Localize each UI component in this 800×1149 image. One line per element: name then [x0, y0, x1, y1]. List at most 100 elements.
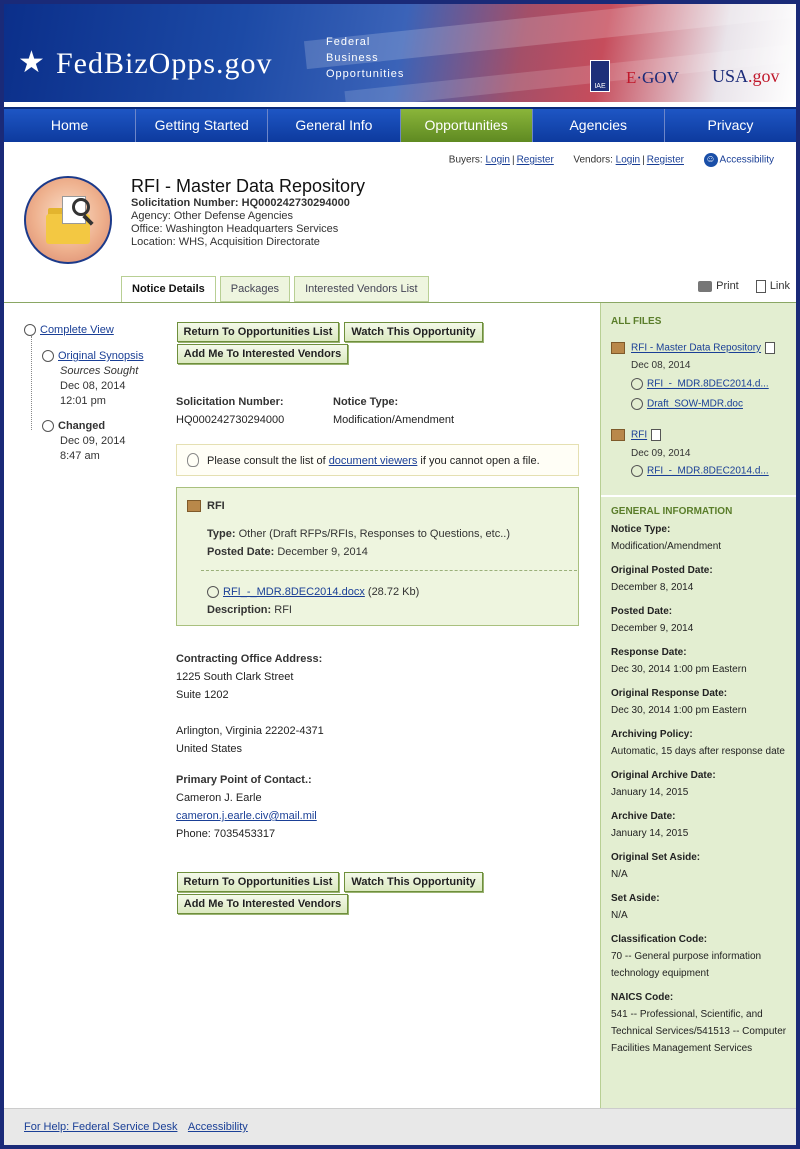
- original-type: Sources Sought: [60, 365, 139, 377]
- rfi-package-box: RFI Type: Other (Draft RFPs/RFIs, Respon…: [176, 487, 579, 626]
- package-icon: [611, 342, 625, 354]
- file-link[interactable]: RFI_-_MDR.8DEC2014.d...: [647, 466, 769, 477]
- changed-date: Dec 09, 2014: [60, 435, 126, 447]
- original-date: Dec 08, 2014: [60, 380, 126, 392]
- file-group-2-link[interactable]: RFI: [631, 430, 647, 441]
- address-line-4: United States: [176, 743, 243, 755]
- tab-notice-details[interactable]: Notice Details: [121, 276, 216, 303]
- file-item: RFI_-_MDR.8DEC2014.d...: [631, 378, 769, 390]
- nav-home[interactable]: Home: [4, 109, 137, 142]
- solicitation-label: Solicitation Number:: [131, 197, 239, 209]
- gi-key: Notice Type:: [611, 524, 671, 535]
- accessibility-link[interactable]: Accessibility: [720, 155, 774, 166]
- document-view-icon: [207, 586, 219, 599]
- poc-name: Cameron J. Earle: [176, 792, 262, 804]
- page-content: ★ FedBizOpps.gov Federal Business Opport…: [4, 4, 796, 1145]
- gi-key: Classification Code:: [611, 934, 708, 945]
- gi-key: Set Aside:: [611, 893, 660, 904]
- nav-agencies[interactable]: Agencies: [532, 109, 665, 142]
- gi-value: January 14, 2015: [611, 828, 689, 839]
- gi-value: N/A: [611, 910, 628, 921]
- footer-accessibility-link[interactable]: Accessibility: [188, 1121, 248, 1133]
- detail-solicitation-label: Solicitation Number:: [176, 396, 284, 408]
- file-link[interactable]: Draft_SOW-MDR.doc: [647, 399, 743, 410]
- poc-email-link[interactable]: cameron.j.earle.civ@mail.mil: [176, 810, 317, 822]
- original-synopsis-link[interactable]: Original Synopsis: [58, 350, 144, 362]
- gi-value: 541 -- Professional, Scientific, and Tec…: [611, 1009, 787, 1054]
- notice-meta: Solicitation Number: HQ000242730294000 A…: [131, 197, 350, 249]
- notice-folder-icon: [24, 176, 112, 264]
- nav-privacy[interactable]: Privacy: [664, 109, 796, 142]
- view-icon: [24, 324, 36, 337]
- tab-interested-vendors[interactable]: Interested Vendors List: [294, 276, 429, 302]
- location-line: Location: WHS, Acquisition Directorate: [131, 236, 320, 248]
- rfi-desc-value: RFI: [274, 604, 292, 616]
- file-group-1-link[interactable]: RFI - Master Data Repository: [631, 343, 761, 354]
- vendors-login-link[interactable]: Login: [616, 155, 640, 166]
- contracting-office: Contracting Office Address: 1225 South C…: [176, 650, 324, 758]
- gi-value: December 9, 2014: [611, 623, 694, 634]
- watch-opportunity-button[interactable]: Watch This Opportunity: [344, 322, 483, 342]
- document-icon[interactable]: [651, 429, 662, 441]
- add-interested-vendor-button-bottom[interactable]: Add Me To Interested Vendors: [177, 894, 348, 914]
- history-changed: Changed Dec 09, 2014 8:47 am: [42, 419, 125, 464]
- box-divider: [201, 570, 577, 571]
- document-viewers-tip: Please consult the list of document view…: [176, 444, 579, 476]
- right-sidebar: ALL FILES RFI - Master Data Repository D…: [600, 303, 796, 1108]
- gov-text: .gov: [748, 66, 780, 86]
- address-line-1: 1225 South Clark Street: [176, 671, 294, 683]
- add-interested-vendor-button[interactable]: Add Me To Interested Vendors: [177, 344, 348, 364]
- return-to-list-button-bottom[interactable]: Return To Opportunities List: [177, 872, 339, 892]
- tagline-line: Opportunities: [326, 68, 405, 80]
- complete-view-link[interactable]: Complete View: [40, 324, 114, 336]
- egov-logo[interactable]: E·GOV: [626, 68, 679, 88]
- document-viewers-link[interactable]: document viewers: [329, 455, 418, 467]
- gi-value: Dec 30, 2014 1:00 pm Eastern: [611, 664, 747, 675]
- complete-view-item[interactable]: Complete View: [24, 324, 114, 337]
- link-action[interactable]: Link: [755, 280, 790, 293]
- sidebar-divider: [601, 495, 796, 497]
- federal-service-desk-link[interactable]: For Help: Federal Service Desk: [24, 1121, 177, 1133]
- printer-icon: [698, 281, 713, 292]
- iae-logo[interactable]: IAE: [590, 60, 610, 92]
- file-group-1-date: Dec 08, 2014: [631, 360, 691, 371]
- watch-opportunity-button-bottom[interactable]: Watch This Opportunity: [344, 872, 483, 892]
- site-banner: ★ FedBizOpps.gov Federal Business Opport…: [4, 4, 796, 102]
- buyers-login-link[interactable]: Login: [485, 155, 509, 166]
- gi-key: Archiving Policy:: [611, 729, 693, 740]
- solicitation-value: HQ000242730294000: [241, 197, 350, 209]
- gi-value: 70 -- General purpose information techno…: [611, 951, 762, 979]
- rfi-file-link[interactable]: RFI_-_MDR.8DEC2014.docx: [223, 586, 365, 598]
- tagline-line: Federal: [326, 36, 371, 48]
- star-icon: ★: [18, 46, 45, 79]
- rfi-heading-label: RFI: [207, 500, 225, 512]
- vendors-label: Vendors:: [573, 154, 613, 166]
- gi-value: N/A: [611, 869, 628, 880]
- main-nav: Home Getting Started General Info Opport…: [4, 107, 796, 142]
- buyers-register-link[interactable]: Register: [517, 155, 554, 166]
- gi-value: December 8, 2014: [611, 582, 694, 593]
- page-actions: Print Link: [684, 280, 790, 293]
- document-view-icon: [631, 378, 643, 390]
- document-icon[interactable]: [765, 342, 776, 354]
- nav-general-info[interactable]: General Info: [268, 109, 401, 142]
- link-icon: [755, 280, 766, 293]
- tab-packages[interactable]: Packages: [219, 276, 291, 302]
- site-logo[interactable]: FedBizOpps.gov: [56, 48, 273, 80]
- document-view-icon: [631, 398, 643, 410]
- vendors-register-link[interactable]: Register: [647, 155, 684, 166]
- history-original: Original Synopsis Sources Sought Dec 08,…: [42, 349, 144, 409]
- nav-getting-started[interactable]: Getting Started: [136, 109, 269, 142]
- accessibility-icon[interactable]: ☺: [703, 153, 718, 167]
- rfi-posted-value: December 9, 2014: [277, 546, 368, 558]
- nav-opportunities[interactable]: Opportunities: [400, 109, 533, 142]
- lightbulb-icon: [187, 453, 199, 467]
- file-link[interactable]: RFI_-_MDR.8DEC2014.d...: [647, 379, 769, 390]
- solicitation-line: Solicitation Number: HQ000242730294000: [131, 197, 350, 210]
- usagov-logo[interactable]: USA.gov: [712, 66, 780, 87]
- buyers-label: Buyers:: [448, 154, 483, 166]
- print-action[interactable]: Print: [698, 280, 739, 292]
- return-to-list-button[interactable]: Return To Opportunities List: [177, 322, 339, 342]
- office-line: Office: Washington Headquarters Services: [131, 223, 339, 235]
- view-icon: [42, 350, 54, 363]
